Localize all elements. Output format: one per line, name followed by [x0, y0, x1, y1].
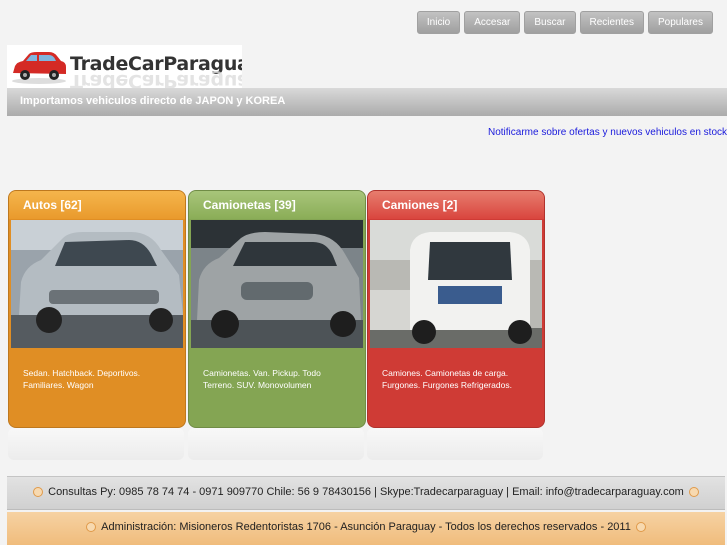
category-card-camiones[interactable]: Camiones [2] Camiones. Camionetas de car… — [367, 190, 545, 428]
footer-contact: Consultas Py: 0985 78 74 74 - 0971 90977… — [7, 476, 725, 510]
logo-reflection: TradeCarParaguay — [70, 70, 242, 88]
nav-populares[interactable]: Populares — [647, 11, 713, 34]
category-card-camionetas[interactable]: Camionetas [39] Camionetas. Van. Pickup.… — [188, 190, 366, 428]
notify-link[interactable]: Notificarme sobre ofertas y nuevos vehic… — [488, 127, 727, 138]
card-title: Camiones [2] — [368, 191, 544, 219]
circle-bullet-icon — [635, 522, 646, 533]
card-reflection — [367, 428, 543, 460]
car-photo-sedan — [11, 220, 183, 348]
car-photo-suv — [191, 220, 363, 348]
nav-inicio[interactable]: Inicio — [416, 11, 461, 34]
nav-accesar[interactable]: Accesar — [464, 11, 521, 34]
circle-bullet-icon — [86, 522, 97, 533]
tagline: Importamos vehiculos directo de JAPON y … — [20, 95, 286, 107]
tagline-bar: Importamos vehiculos directo de JAPON y … — [7, 88, 727, 116]
site-logo[interactable]: TradeCarParaguay TradeCarParaguay — [7, 45, 242, 88]
card-description: Sedan. Hatchback. Deportivos. Familiares… — [23, 368, 141, 390]
truck-photo — [370, 220, 542, 348]
card-title: Autos [62] — [9, 191, 185, 219]
red-car-icon — [12, 52, 66, 84]
card-reflection — [188, 428, 364, 460]
contact-text: Consultas Py: 0985 78 74 74 - 0971 90977… — [48, 486, 684, 498]
admin-text: Administración: Misioneros Redentoristas… — [101, 521, 631, 533]
card-reflection — [8, 428, 184, 460]
card-description: Camiones. Camionetas de carga. Furgones.… — [382, 368, 512, 390]
category-card-autos[interactable]: Autos [62] Sedan. Hatchback. Deportivos.… — [8, 190, 186, 428]
card-description: Camionetas. Van. Pickup. Todo Terreno. S… — [203, 368, 321, 390]
nav-buscar[interactable]: Buscar — [524, 11, 576, 34]
circle-bullet-icon — [688, 487, 699, 498]
top-nav: Inicio Accesar Buscar Recientes Populare… — [416, 11, 713, 34]
footer-admin: Administración: Misioneros Redentoristas… — [7, 512, 725, 545]
nav-recientes[interactable]: Recientes — [579, 11, 644, 34]
card-title: Camionetas [39] — [189, 191, 365, 219]
circle-bullet-icon — [33, 487, 44, 498]
